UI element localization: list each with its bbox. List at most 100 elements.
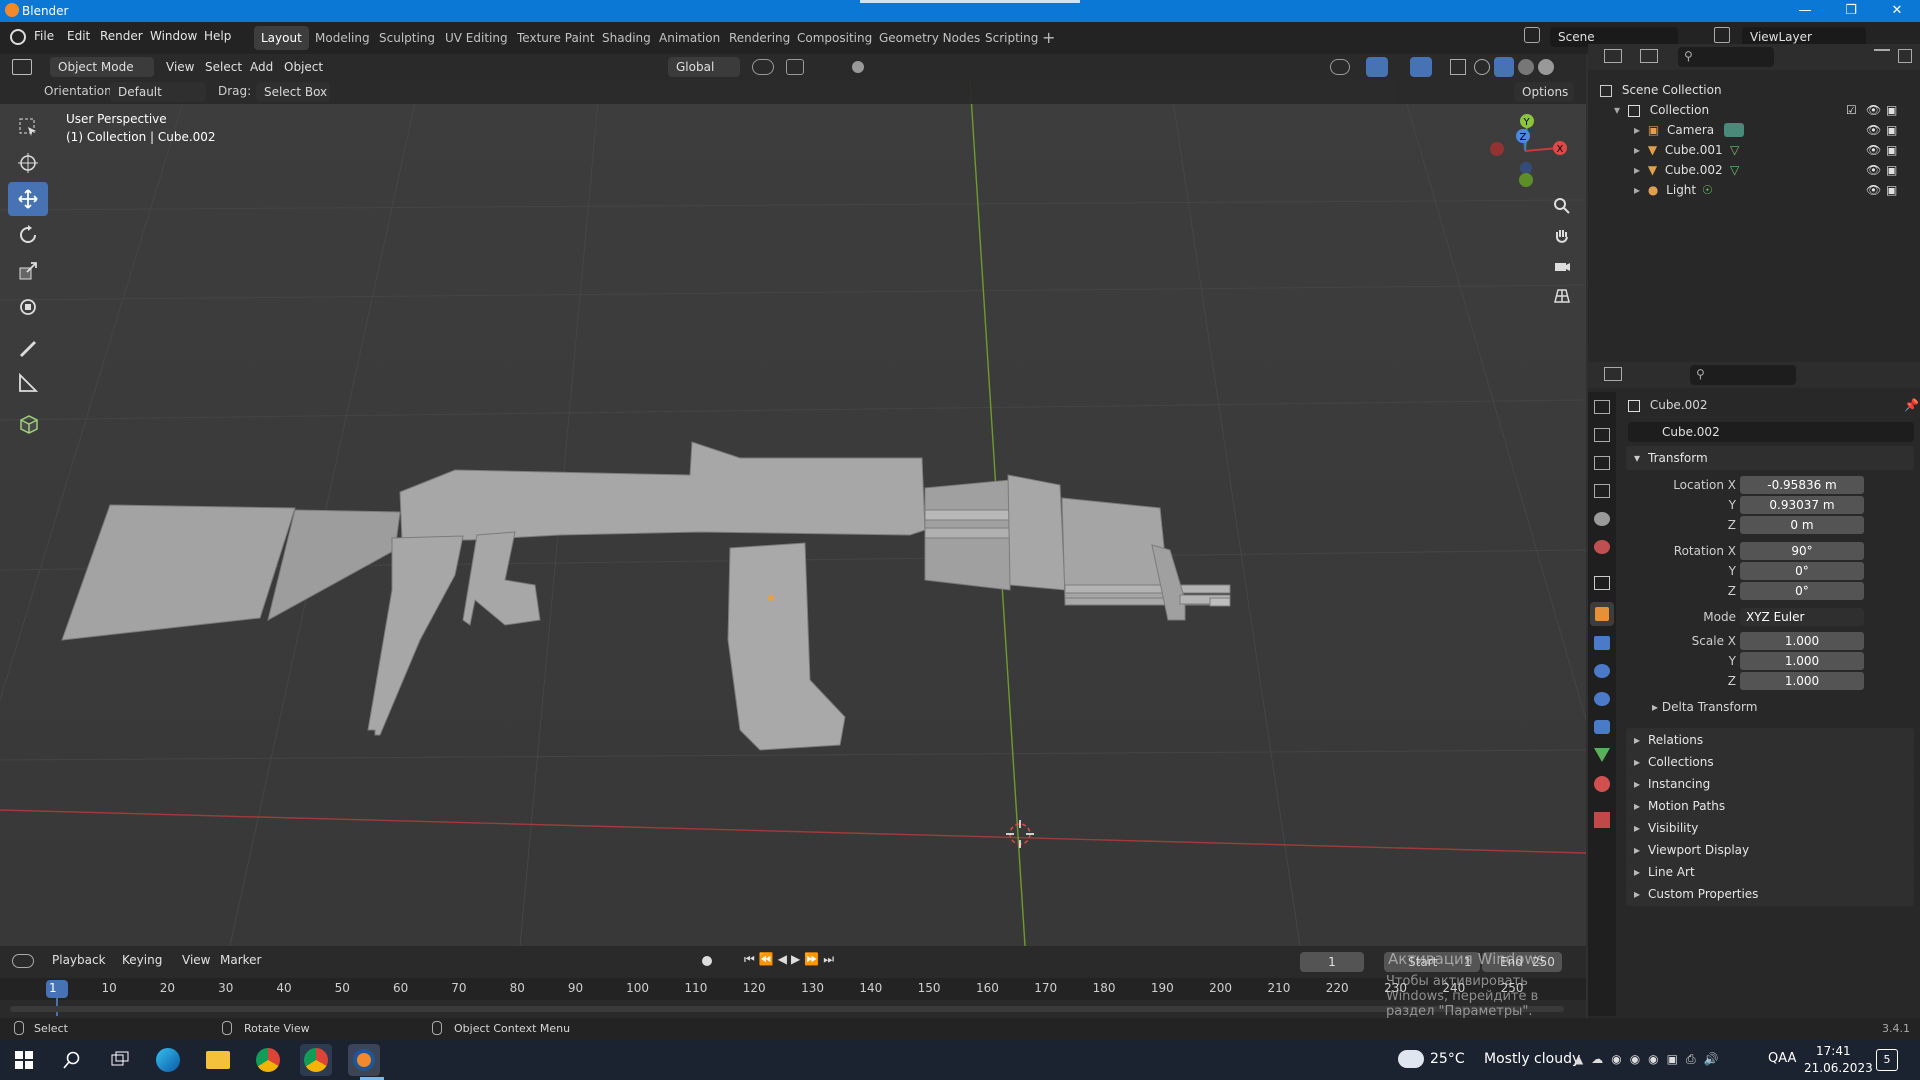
move-tool-icon[interactable]	[8, 182, 48, 216]
file-explorer-icon[interactable]	[202, 1044, 234, 1076]
xray-toggle-icon[interactable]	[1450, 59, 1466, 75]
menu-object[interactable]: Object	[284, 57, 323, 77]
restore-icon[interactable]: ❐	[1828, 0, 1874, 22]
chrome-browser-icon[interactable]	[252, 1044, 284, 1076]
record-icon[interactable]	[702, 956, 712, 966]
viewport-display-panel-header[interactable]: ▸ Viewport Display	[1626, 838, 1914, 862]
gizmo-toggle-icon[interactable]	[1366, 57, 1388, 77]
tab-rendering[interactable]: Rendering	[722, 26, 797, 50]
tool-tab-icon[interactable]	[1594, 400, 1610, 414]
menu-select[interactable]: Select	[205, 57, 242, 77]
relations-panel-header[interactable]: ▸ Relations	[1626, 728, 1914, 752]
3d-viewport[interactable]: X Y Z	[0, 80, 1586, 946]
render-camera-icon[interactable]: ▣	[1886, 160, 1897, 180]
visibility-panel-header[interactable]: ▸ Visibility	[1626, 816, 1914, 840]
properties-editor-icon[interactable]	[1604, 367, 1622, 381]
scene-collection-row[interactable]: Scene Collection	[1600, 80, 1722, 100]
render-camera-icon[interactable]: ▣	[1886, 180, 1897, 200]
render-camera-icon[interactable]: ▣	[1886, 140, 1897, 160]
physics-tab-icon[interactable]	[1594, 692, 1610, 706]
current-frame-field[interactable]: 1	[1300, 952, 1364, 972]
world-tab-icon[interactable]	[1594, 540, 1610, 554]
menu-help[interactable]: Help	[204, 29, 231, 43]
weather-cloud-icon[interactable]	[1398, 1050, 1424, 1068]
render-tab-icon[interactable]	[1594, 428, 1610, 442]
play-reverse-icon[interactable]: ◀	[778, 952, 791, 966]
end-frame-field[interactable]: End 250	[1482, 952, 1562, 972]
pan-hand-icon[interactable]	[1548, 222, 1576, 250]
transform-panel-header[interactable]: ▾ Transform	[1626, 446, 1914, 470]
rotate-tool-icon[interactable]	[8, 218, 48, 252]
rotation-mode-selector[interactable]: XYZ Euler	[1740, 608, 1864, 626]
view-layer-tab-icon[interactable]	[1594, 484, 1610, 498]
display-mode-icon[interactable]	[1640, 49, 1658, 63]
proportional-edit-icon[interactable]	[852, 61, 864, 73]
delta-transform-subpanel[interactable]: ▸ Delta Transform	[1652, 700, 1757, 714]
motion-paths-panel-header[interactable]: ▸ Motion Paths	[1626, 794, 1914, 818]
line-art-panel-header[interactable]: ▸ Line Art	[1626, 860, 1914, 884]
camera-view-icon[interactable]	[1548, 252, 1576, 280]
drag-selector[interactable]: Select Box	[256, 82, 330, 102]
system-tray-icons[interactable]: ▲☁◉◉◉▣⎙🔊	[1574, 1052, 1727, 1067]
zoom-icon[interactable]	[1548, 192, 1576, 220]
overlays-toggle-icon[interactable]	[1410, 57, 1432, 77]
menu-file[interactable]: File	[34, 29, 54, 43]
expand-arrow-icon[interactable]: ▾	[1614, 103, 1620, 117]
material-shading-icon[interactable]	[1518, 59, 1534, 75]
close-icon[interactable]: ✕	[1874, 0, 1920, 22]
measure-tool-icon[interactable]	[8, 366, 48, 400]
outliner-editor-icon[interactable]	[1604, 49, 1622, 63]
tab-sculpting[interactable]: Sculpting	[372, 26, 442, 50]
location-z-field[interactable]: 0 m	[1740, 516, 1864, 534]
menu-keying[interactable]: Keying	[122, 950, 162, 970]
collections-panel-header[interactable]: ▸ Collections	[1626, 750, 1914, 774]
mode-selector[interactable]: Object Mode	[50, 57, 154, 77]
outliner-item-light[interactable]: ▸ ● Light ☉ 👁 ▣	[1634, 180, 1914, 200]
visibility-selector-icon[interactable]	[1330, 59, 1350, 75]
rotation-y-field[interactable]: 0°	[1740, 562, 1864, 580]
weather-temp[interactable]: 25°C	[1430, 1051, 1465, 1067]
custom-properties-panel-header[interactable]: ▸ Custom Properties	[1626, 882, 1914, 906]
menu-edit[interactable]: Edit	[67, 29, 90, 43]
constraints-tab-icon[interactable]	[1594, 720, 1610, 734]
frame-ruler[interactable]: 1 10 20 30 40 50 60 70 80 90 100 110 120 130 140 150 160…	[0, 978, 1586, 1016]
modifiers-tab-icon[interactable]	[1594, 636, 1610, 650]
data-tab-icon[interactable]	[1594, 748, 1610, 762]
navigation-gizmo[interactable]: X Y Z	[1480, 106, 1570, 196]
visibility-eye-icon[interactable]: 👁	[1866, 160, 1881, 180]
menu-marker[interactable]: Marker	[220, 950, 261, 970]
scale-y-field[interactable]: 1.000	[1740, 652, 1864, 670]
render-camera-icon[interactable]: ▣	[1886, 120, 1897, 140]
object-name-field[interactable]: Cube.002	[1628, 422, 1914, 442]
menu-window[interactable]: Window	[150, 29, 197, 43]
snap-icon[interactable]	[786, 59, 804, 75]
menu-playback[interactable]: Playback	[52, 950, 106, 970]
tab-texture-paint[interactable]: Texture Paint	[510, 26, 601, 50]
pivot-icon[interactable]	[752, 59, 774, 75]
tab-shading[interactable]: Shading	[595, 26, 658, 50]
weather-text[interactable]: Mostly cloudy	[1484, 1051, 1580, 1067]
expand-arrow-icon[interactable]: ▸	[1634, 143, 1640, 157]
texture-tab-icon[interactable]	[1594, 812, 1610, 828]
solid-shading-icon[interactable]	[1494, 57, 1514, 77]
orientation-selector[interactable]: Default	[110, 82, 206, 102]
editor-type-icon[interactable]	[12, 59, 32, 75]
location-y-field[interactable]: 0.93037 m	[1740, 496, 1864, 514]
menu-view[interactable]: View	[166, 57, 194, 77]
mesh-data-icon[interactable]: ▽	[1730, 160, 1739, 180]
visibility-eye-icon[interactable]: 👁	[1866, 120, 1881, 140]
transform-tool-icon[interactable]	[8, 290, 48, 324]
camera-data-icon[interactable]	[1724, 123, 1744, 137]
outliner-item-cube-001[interactable]: ▸ ▼ Cube.001 ▽ 👁 ▣	[1634, 140, 1914, 160]
viewport-scene[interactable]	[0, 80, 1586, 946]
visibility-eye-icon[interactable]: 👁	[1866, 100, 1881, 120]
clock-date[interactable]: 21.06.2023	[1804, 1061, 1873, 1075]
perspective-grid-icon[interactable]	[1548, 282, 1576, 310]
light-data-icon[interactable]: ☉	[1702, 180, 1713, 200]
pin-icon[interactable]: 📌	[1904, 398, 1919, 412]
rendered-shading-icon[interactable]	[1538, 59, 1554, 75]
transform-orientation-selector[interactable]: Global	[668, 57, 740, 77]
tab-geometry-nodes[interactable]: Geometry Nodes	[872, 26, 987, 50]
scale-z-field[interactable]: 1.000	[1740, 672, 1864, 690]
chrome-app-icon[interactable]	[300, 1044, 332, 1076]
